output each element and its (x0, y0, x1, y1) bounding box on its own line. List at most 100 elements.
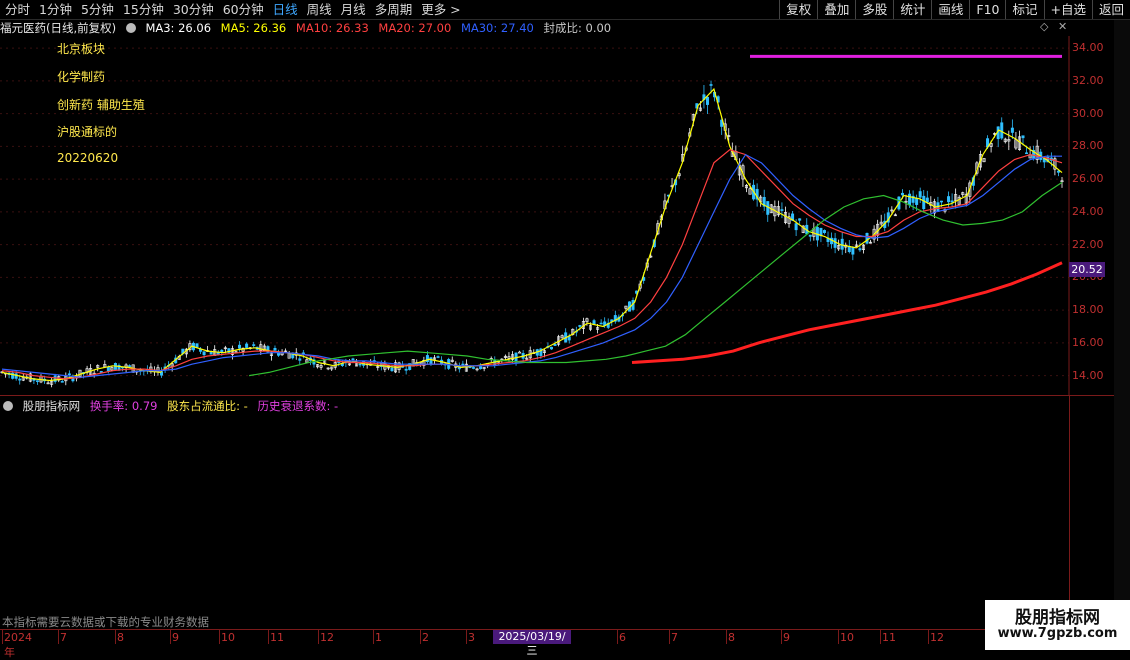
toolbar-button-7[interactable]: +自选 (1043, 0, 1092, 19)
candle-body (479, 366, 483, 370)
toolbar-button-2[interactable]: 多股 (855, 0, 893, 19)
period-tab-7[interactable]: 周线 (307, 0, 332, 19)
candles (0, 80, 1064, 388)
toolbar-button-4[interactable]: 画线 (931, 0, 969, 19)
candle-body (461, 363, 465, 366)
candle-body (472, 367, 476, 369)
date-tick-6: 12 (320, 631, 334, 644)
toolbar-button-0[interactable]: 复权 (779, 0, 817, 19)
candle-body (18, 378, 22, 381)
close-icon[interactable]: ✕ (1058, 20, 1067, 33)
candle-body (851, 247, 855, 255)
date-tick-12: 7 (671, 631, 678, 644)
candle-body (1010, 127, 1014, 133)
period-tab-10[interactable]: 更多 > (421, 0, 460, 19)
date-tick-mark (781, 630, 782, 644)
price-tick-2: 30.00 (1072, 106, 1104, 120)
turnover-label: 换手率: 0.79 (89, 399, 158, 413)
date-tick-mark (838, 630, 839, 644)
candle-body (950, 200, 954, 203)
candle-body (908, 193, 912, 206)
date-cursor-badge: 2025/03/19/三 (493, 630, 571, 657)
settings-dot-icon[interactable] (125, 23, 136, 33)
candle-body (808, 234, 812, 237)
candle-body (925, 197, 929, 203)
price-axis: 34.00 32.00 30.00 28.00 26.00 24.00 22.00 20.00… (1072, 36, 1112, 396)
date-tick-7: 1 (375, 631, 382, 644)
date-tick-mark (115, 630, 116, 644)
toolbar-button-5[interactable]: F10 (969, 0, 1005, 19)
candle-body (599, 322, 603, 325)
date-tick-15: 10 (840, 631, 854, 644)
period-tab-2[interactable]: 5分钟 (81, 0, 114, 19)
annotation-date: 20220620 (57, 151, 119, 165)
diamond-icon[interactable]: ◇ (1040, 20, 1048, 33)
candle-body (939, 200, 943, 203)
candle-body (60, 381, 64, 383)
annotation-concept: 创新药 辅助生殖 (57, 98, 145, 112)
date-tick-mark (318, 630, 319, 644)
period-tab-0[interactable]: 分时 (5, 0, 30, 19)
candle-body (592, 320, 596, 325)
date-tick-9: 3 (468, 631, 475, 644)
period-tab-4[interactable]: 30分钟 (173, 0, 214, 19)
candle-body (35, 380, 39, 382)
ma-line-ma5 (1, 87, 1063, 382)
bottom-note: 本指标需要云数据或下载的专业财务数据 (2, 615, 209, 629)
candle-body (209, 352, 213, 355)
date-tick-mark (420, 630, 421, 644)
period-tab-9[interactable]: 多周期 (375, 0, 413, 19)
candle-body (947, 196, 951, 203)
date-tick-mark (373, 630, 374, 644)
candle-body (67, 373, 71, 376)
right-toolbar: 复权 叠加 多股 统计 画线 F10 标记 +自选 返回 (779, 0, 1130, 19)
price-tick-4: 26.00 (1072, 172, 1104, 186)
price-chart[interactable] (0, 36, 1114, 396)
date-tick-13: 8 (728, 631, 735, 644)
candle-body (780, 209, 784, 211)
date-tick-16: 11 (882, 631, 896, 644)
date-tick-mark (880, 630, 881, 644)
date-tick-4: 10 (221, 631, 235, 644)
price-grid (0, 47, 1069, 377)
date-tick-mark (669, 630, 670, 644)
ma10-label: MA10: 26.33 (295, 21, 369, 35)
candle-body (351, 358, 355, 361)
period-tab-6[interactable]: 日线 (273, 0, 298, 19)
date-tick-mark (466, 630, 467, 644)
ma5-label: MA5: 26.36 (220, 21, 287, 35)
pane-divider (0, 395, 1114, 396)
candle-body (128, 365, 132, 367)
candle-body (358, 363, 362, 366)
toolbar-button-3[interactable]: 统计 (893, 0, 931, 19)
ma30-label: MA30: 27.40 (460, 21, 534, 35)
current-price-badge: 20.52 (1069, 261, 1105, 277)
period-tab-1[interactable]: 1分钟 (39, 0, 72, 19)
candle-body (900, 192, 904, 196)
date-tick-11: 6 (619, 631, 626, 644)
candle-body (794, 223, 798, 231)
candle-body (578, 325, 582, 327)
candle-body (301, 352, 305, 355)
period-tab-5[interactable]: 60分钟 (223, 0, 264, 19)
period-tab-3[interactable]: 15分钟 (123, 0, 164, 19)
date-tick-5: 11 (270, 631, 284, 644)
candle-body (252, 344, 256, 346)
indicator-name: 股朋指标网 (22, 399, 81, 413)
toolbar-button-8[interactable]: 返回 (1091, 0, 1130, 19)
toolbar-button-6[interactable]: 标记 (1005, 0, 1043, 19)
indicator-settings-icon[interactable] (3, 401, 13, 411)
candle-body (549, 346, 553, 350)
candle-body (1056, 170, 1060, 173)
float-ratio-label: 股东占流通比: - (167, 399, 248, 413)
date-tick-mark (928, 630, 929, 644)
price-tick-8: 18.00 (1072, 303, 1104, 317)
date-tick-mark (58, 630, 59, 644)
period-tab-8[interactable]: 月线 (341, 0, 366, 19)
toolbar-button-1[interactable]: 叠加 (817, 0, 855, 19)
candle-body (833, 238, 837, 248)
price-tick-6: 22.00 (1072, 237, 1104, 251)
date-tick-0: 2024年 (4, 631, 32, 659)
candle-body (840, 238, 844, 250)
period-toolbar: 分时 1分钟 5分钟 15分钟 30分钟 60分钟 日线 周线 月线 多周期 更多 > 复权 叠加 多股… (0, 0, 1130, 20)
